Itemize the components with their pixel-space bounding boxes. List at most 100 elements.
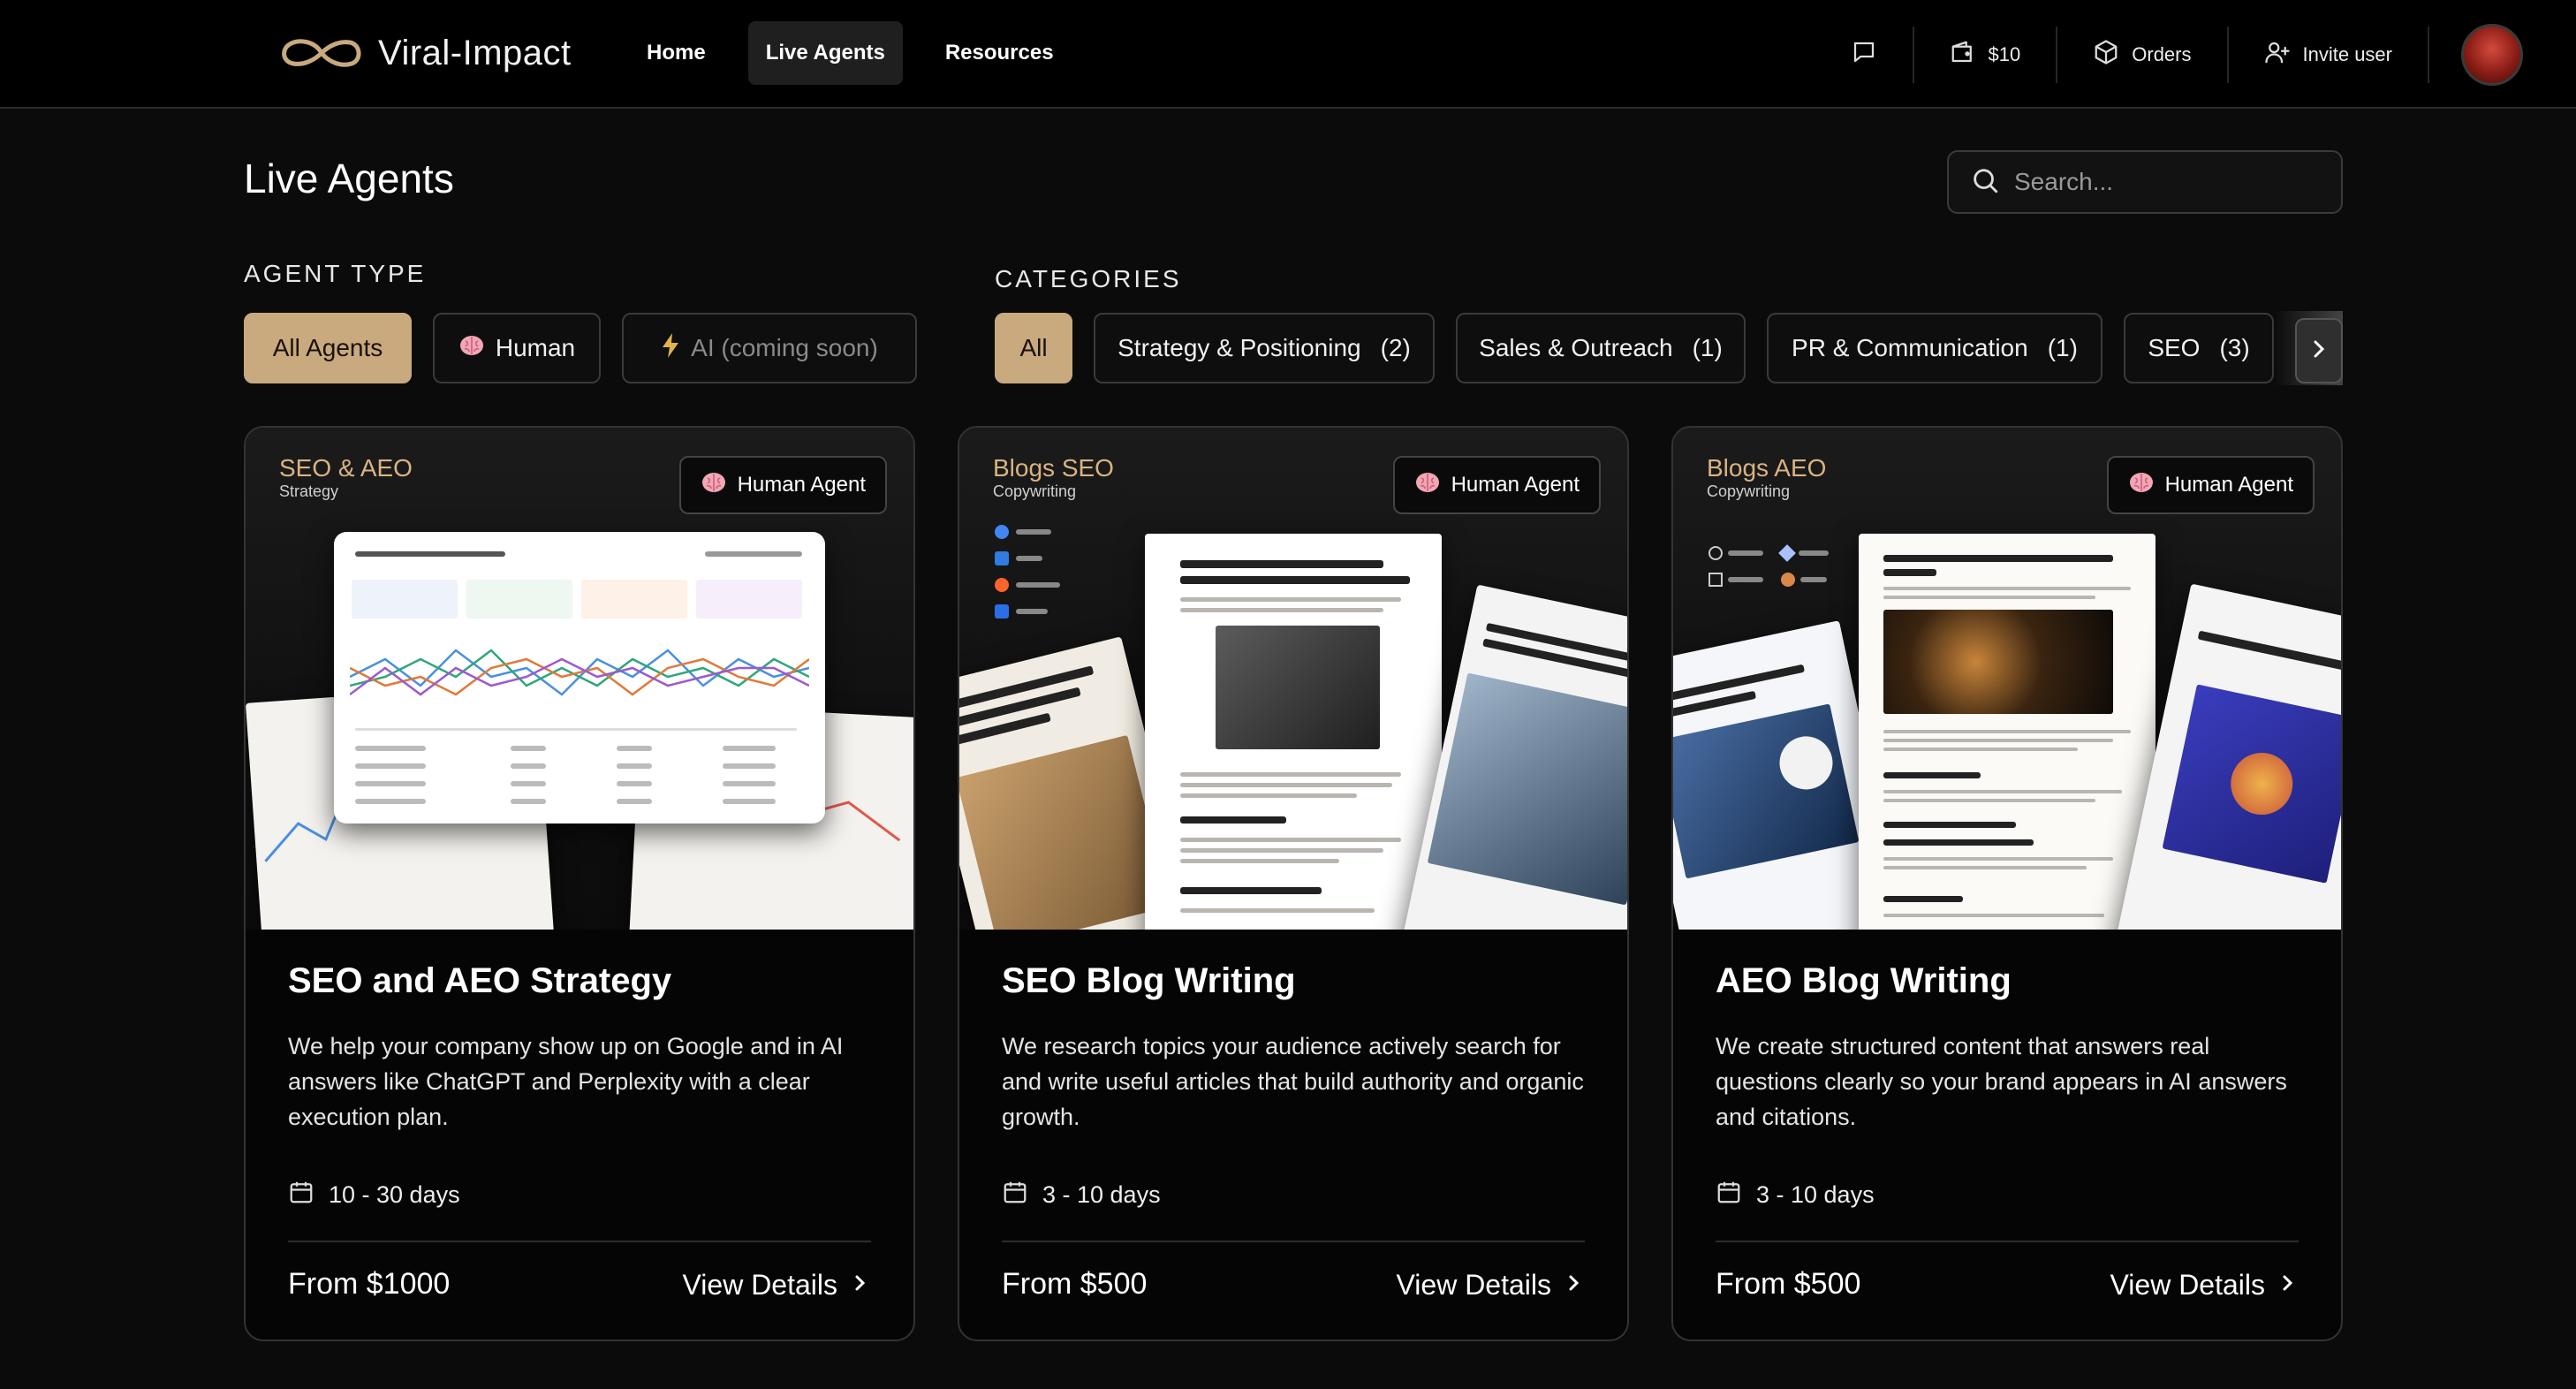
chip-category-seo[interactable]: SEO (3) [2124,313,2274,383]
view-details-link[interactable]: View Details [2110,1269,2295,1302]
nav-resources[interactable]: Resources [928,21,1072,85]
card-divider [288,1241,871,1242]
chip-count: (3) [2219,334,2250,361]
top-navbar: Viral-Impact Home Live Agents Resources … [0,0,2576,109]
link-label: View Details [682,1269,837,1301]
chip-label: All [1019,334,1048,361]
chip-label: PR & Communication [1792,334,2028,361]
calendar-icon [1002,1179,1028,1211]
calendar-icon [1716,1179,1742,1211]
thumbnail-subtitle: Strategy [279,482,339,500]
thumbnail-subtitle: Copywriting [993,482,1077,500]
brain-icon [2128,470,2155,501]
human-agent-badge: Human Agent [678,456,887,514]
package-icon [2093,39,2119,71]
chip-category-sales[interactable]: Sales & Outreach (1) [1456,313,1746,383]
thumbnail-doc [1859,534,2156,930]
chevron-right-icon [2281,1269,2295,1302]
card-price: From $500 [1716,1267,1861,1301]
brand-name: Viral-Impact [378,33,572,72]
chip-label: AI (coming soon) [691,334,878,361]
search-icon [1970,165,2000,200]
infinity-logo-icon [279,35,364,71]
card-description: We research topics your audience activel… [1002,1033,1584,1130]
page-title: Live Agents [244,156,454,201]
link-label: View Details [1396,1269,1551,1301]
nav-live-agents[interactable]: Live Agents [747,21,903,85]
calendar-icon [288,1179,314,1211]
badge-label: Human Agent [737,473,866,497]
view-details-link[interactable]: View Details [683,1269,868,1302]
chip-label: Strategy & Positioning [1118,334,1361,361]
chevron-right-icon [2310,337,2328,366]
chip-human[interactable]: Human [433,313,601,383]
brand-logo[interactable]: Viral-Impact [279,27,572,80]
chip-count: (1) [1692,334,1723,361]
invite-user-label: Invite user [2302,42,2393,65]
card-thumbnail: Blogs SEO Copywriting Human Agent [959,428,1627,930]
thumbnail-title: Blogs AEO [1707,454,1827,482]
messages-button[interactable] [1815,0,1913,109]
chip-category-strategy[interactable]: Strategy & Positioning (2) [1094,313,1435,383]
card-title: SEO Blog Writing [1002,961,1296,1000]
chip-ai-coming-soon: AI (coming soon) [622,313,917,383]
invite-user-button[interactable]: Invite user [2229,0,2428,109]
chip-category-all[interactable]: All [995,313,1072,383]
chip-label: All Agents [272,334,383,361]
chip-label: SEO [2148,334,2201,361]
agent-card-seo-aeo-strategy[interactable]: SEO & AEO Strategy Human Agent SEO and A… [244,426,915,1341]
wallet-button[interactable]: $10 [1914,0,2057,109]
card-divider [1716,1241,2299,1242]
user-avatar[interactable] [2461,23,2523,86]
card-duration: 10 - 30 days [288,1179,460,1211]
agent-card-seo-blog-writing[interactable]: Blogs SEO Copywriting Human Agent SEO Bl… [958,426,1629,1341]
lightning-icon [661,332,680,365]
agent-type-label: AGENT TYPE [244,260,427,287]
card-title: SEO and AEO Strategy [288,961,672,1000]
card-price: From $500 [1002,1267,1148,1301]
nav-home[interactable]: Home [629,21,724,85]
duration-label: 3 - 10 days [1756,1181,1875,1208]
brain-icon [1414,470,1441,501]
card-description: We help your company show up on Google a… [288,1033,844,1130]
user-plus-icon [2264,39,2291,71]
agent-card-aeo-blog-writing[interactable]: Blogs AEO Copywriting Human Agent AEO Bl… [1671,426,2343,1341]
categories-label: CATEGORIES [995,265,1182,292]
badge-label: Human Agent [2164,473,2293,497]
card-thumbnail: SEO & AEO Strategy Human Agent [246,428,913,930]
ai-tool-list [1708,544,1859,587]
chip-all-agents[interactable]: All Agents [244,313,412,383]
chat-icon [1851,39,1877,71]
tool-list [995,525,1060,619]
card-title: AEO Blog Writing [1716,961,2012,1000]
chip-count: (1) [2047,334,2078,361]
badge-label: Human Agent [1451,473,1580,497]
thumbnail-doc [1145,534,1442,930]
thumbnail-title: SEO & AEO [279,454,413,482]
brain-icon [458,333,485,364]
card-duration: 3 - 10 days [1002,1179,1161,1211]
wallet-icon [1950,39,1976,71]
wallet-balance: $10 [1988,42,2021,65]
divider [2428,26,2429,83]
chip-label: Sales & Outreach [1479,334,1673,361]
chip-category-pr[interactable]: PR & Communication (1) [1767,313,2102,383]
card-thumbnail: Blogs AEO Copywriting Human Agent [1673,428,2341,930]
orders-button[interactable]: Orders [2057,0,2226,109]
chip-count: (2) [1380,334,1411,361]
card-description: We create structured content that answer… [1716,1033,2287,1130]
chevron-right-icon [853,1269,868,1302]
view-details-link[interactable]: View Details [1397,1269,1581,1302]
categories-next-button[interactable] [2295,318,2343,383]
chevron-right-icon [1567,1269,1581,1302]
orders-label: Orders [2132,42,2192,65]
duration-label: 3 - 10 days [1042,1181,1161,1208]
chip-label: Human [495,334,576,361]
thumbnail-subtitle: Copywriting [1707,482,1791,500]
card-duration: 3 - 10 days [1716,1179,1875,1211]
brain-icon [701,470,727,501]
search-input[interactable] [2014,168,2332,196]
card-price: From $1000 [288,1267,451,1301]
search-box[interactable] [1947,150,2343,214]
search-console-panel [334,532,825,824]
